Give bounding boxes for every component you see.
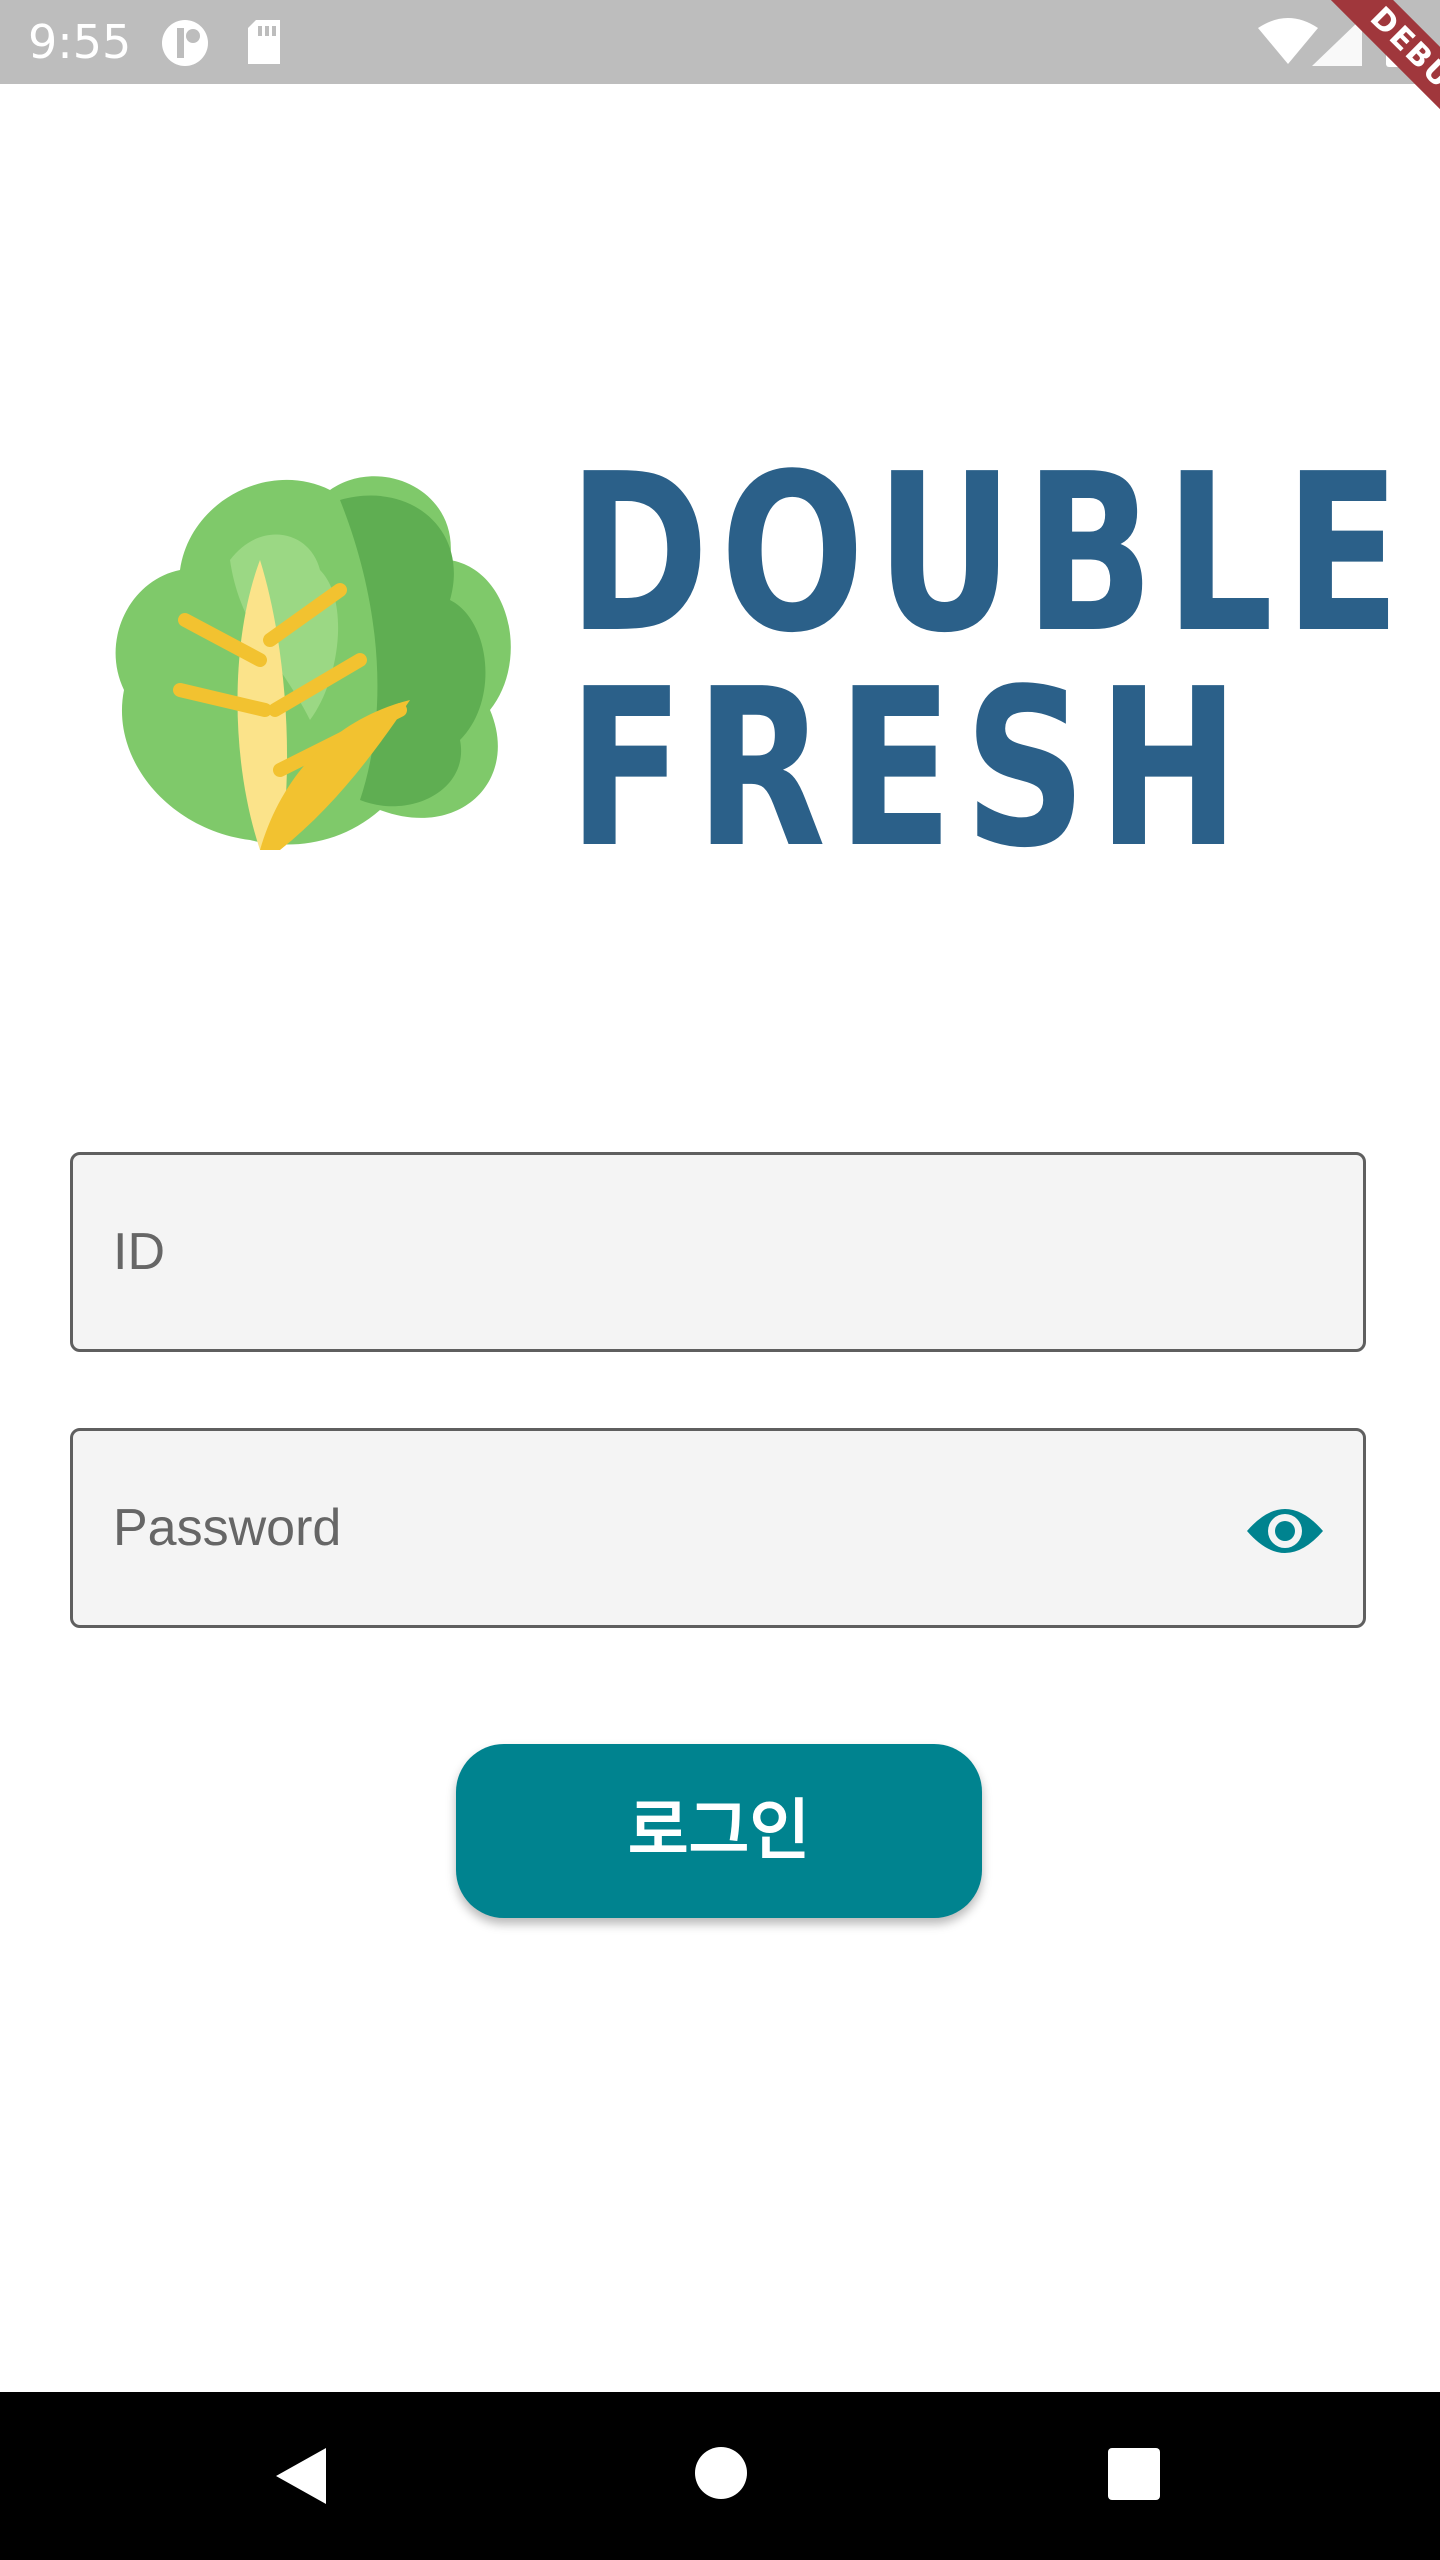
password-field[interactable]: Password xyxy=(70,1428,1366,1628)
recents-icon xyxy=(1108,2448,1160,2500)
brand-line-2: FRESH xyxy=(568,643,1251,896)
notification-icon xyxy=(162,20,208,66)
brand-logo: DOUBLE FRESH xyxy=(110,440,1400,885)
brand-line-1: DOUBLE xyxy=(568,428,1412,681)
recents-button[interactable] xyxy=(1034,2392,1234,2560)
status-bar: 9:55 xyxy=(0,0,1440,84)
status-time: 9:55 xyxy=(28,15,132,69)
navigation-bar xyxy=(0,2392,1440,2560)
home-icon xyxy=(695,2447,747,2499)
login-button[interactable]: 로그인 xyxy=(456,1744,982,1918)
password-placeholder: Password xyxy=(113,1499,342,1557)
lettuce-icon xyxy=(115,476,511,850)
home-button[interactable] xyxy=(620,2392,820,2560)
sd-card-icon xyxy=(248,20,280,64)
back-icon xyxy=(276,2448,326,2504)
id-field[interactable]: ID xyxy=(70,1152,1366,1352)
back-button[interactable] xyxy=(200,2392,400,2560)
eye-icon[interactable] xyxy=(1245,1501,1325,1561)
id-placeholder: ID xyxy=(113,1223,165,1281)
